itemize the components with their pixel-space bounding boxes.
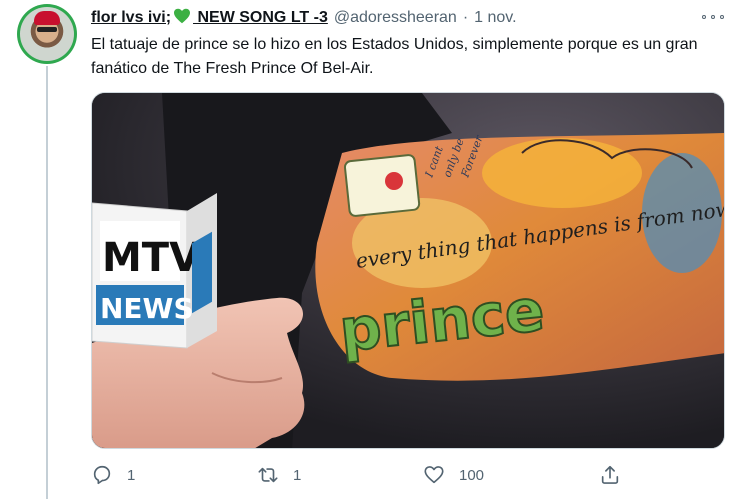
news-logo-text: NEWS (100, 292, 194, 325)
avatar-hat (34, 11, 60, 25)
thread-line (46, 66, 48, 499)
tweet-date[interactable]: 1 nov. (474, 9, 516, 27)
share-button[interactable] (599, 460, 621, 490)
like-button[interactable]: 100 (423, 460, 484, 490)
share-icon (601, 465, 619, 484)
tweet-actions: 1 1 100 (91, 460, 725, 490)
display-name[interactable]: flor lvs ivi; NEW SONG LT -3 (91, 6, 328, 27)
reply-count: 1 (127, 466, 136, 484)
display-name-suffix: NEW SONG LT -3 (193, 9, 328, 26)
tattoo-photo: every thing that happens is from now on … (92, 93, 724, 448)
green-heart-icon (174, 8, 191, 24)
retweet-icon (258, 467, 278, 483)
mtv-logo-text: MTV (102, 235, 200, 281)
avatar[interactable] (17, 4, 77, 64)
separator-dot: · (462, 9, 469, 26)
retweet-count: 1 (293, 466, 302, 484)
like-count: 100 (459, 466, 485, 484)
avatar-photo (20, 7, 74, 61)
reply-icon (93, 465, 111, 485)
display-name-text: flor lvs ivi; (91, 9, 172, 26)
like-heart-icon (424, 466, 444, 484)
retweet-button[interactable]: 1 (257, 460, 301, 490)
mtv-news-mic-flag: MTV NEWS (92, 193, 217, 349)
tweet-text: El tatuaje de prince se lo hizo en los E… (91, 36, 698, 77)
tweet-media-image[interactable]: every thing that happens is from now on … (91, 92, 725, 449)
avatar-glasses (37, 27, 57, 32)
reply-button[interactable]: 1 (91, 460, 135, 490)
tweet-header: flor lvs ivi; NEW SONG LT -3 @adoresshee… (91, 6, 517, 28)
user-handle[interactable]: @adoressheeran (334, 9, 457, 27)
more-options-icon[interactable] (702, 6, 724, 28)
